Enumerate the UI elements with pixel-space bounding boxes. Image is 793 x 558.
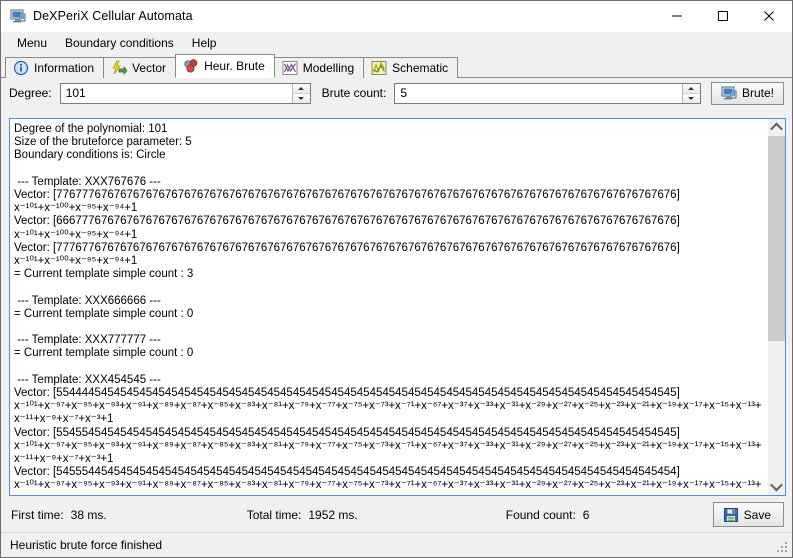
output-line: = Current template simple count : 0	[14, 347, 194, 360]
polynomial-line: x⁻¹¹+x⁻⁹+x⁻⁷+x⁻³+1	[14, 453, 114, 466]
status-text: Heuristic brute force finished	[10, 538, 163, 552]
tab-schematic[interactable]: Schematic	[363, 57, 459, 78]
scrollbar-track[interactable]	[768, 136, 785, 478]
monitor-icon	[721, 85, 737, 101]
menu-item-boundary-conditions[interactable]: Boundary conditions	[57, 34, 182, 52]
application-window: DeXPeriX Cellular Automata Menu Boundary…	[0, 0, 793, 558]
output-line: Degree of the polynomial: 101	[14, 123, 168, 135]
output-line: Vector: [7776776767676767676767676767676…	[14, 241, 680, 254]
window-title: DeXPeriX Cellular Automata	[33, 9, 193, 23]
brute-button[interactable]: Brute!	[710, 81, 784, 105]
tab-vector[interactable]: Vector	[103, 57, 177, 78]
maximize-button[interactable]	[700, 1, 746, 31]
brute-count-spin-buttons[interactable]	[681, 83, 700, 103]
resize-grip[interactable]	[777, 542, 789, 554]
found-count-value: 6	[582, 507, 590, 522]
monitor-icon	[10, 8, 26, 24]
brute-count-input[interactable]	[395, 83, 682, 103]
tab-label: Vector	[132, 61, 167, 75]
degree-label: Degree:	[9, 86, 52, 100]
output-line: Boundary conditions is: Circle	[14, 149, 166, 162]
brute-count-spin-down[interactable]	[682, 93, 700, 103]
scrollbar-thumb[interactable]	[768, 136, 785, 342]
statistics-footer: First time: 38 ms. Total time: 1952 ms. …	[1, 499, 792, 530]
chevron-down-icon	[770, 478, 783, 492]
total-time-stat: Total time: 1952 ms.	[247, 508, 358, 522]
output-line: Vector: [5544445454545454545454545454545…	[14, 387, 680, 400]
polynomial-line: x⁻¹⁰¹+x⁻⁹⁷+x⁻⁹⁵+x⁻⁹³+x⁻⁹¹+x⁻⁸⁹+x⁻⁸⁷+x⁻⁸⁵…	[14, 479, 762, 492]
output-line: Vector: [5545545454545454545454545454545…	[14, 426, 680, 439]
output-line: Vector: [5455544545454545454545454545454…	[14, 466, 680, 479]
save-button-label: Save	[743, 507, 771, 522]
output-line: Size of the bruteforce parameter: 5	[14, 136, 192, 149]
degree-spin-up[interactable]	[292, 83, 310, 94]
results-vertical-scrollbar[interactable]	[767, 119, 785, 495]
polynomial-line: x⁻¹⁰¹+x⁻¹⁰⁰+x⁻⁹⁵+x⁻⁹⁴+1	[14, 202, 138, 215]
floppy-disk-icon	[723, 507, 739, 523]
output-line: = Current template simple count : 0	[14, 307, 194, 320]
scroll-down-button[interactable]	[768, 478, 785, 495]
degree-spin-buttons[interactable]	[291, 83, 310, 103]
schematic-icon	[371, 60, 387, 76]
output-line: --- Template: XXX454545 ---	[14, 373, 161, 386]
tab-heur-brute[interactable]: Heur. Brute	[175, 54, 275, 78]
title-bar: DeXPeriX Cellular Automata	[1, 1, 792, 32]
lightning-arrow-icon	[111, 60, 128, 76]
scroll-up-button[interactable]	[768, 119, 785, 136]
polynomial-line: x⁻¹⁰¹+x⁻¹⁰⁰+x⁻⁹⁵+x⁻⁹⁴+1	[14, 255, 138, 268]
degree-stepper[interactable]	[59, 82, 311, 104]
degree-input[interactable]	[60, 83, 292, 103]
tab-label: Heur. Brute	[204, 59, 265, 73]
output-line: --- Template: XXX767676 ---	[14, 175, 161, 188]
window-controls	[654, 1, 792, 31]
close-button[interactable]	[746, 1, 792, 31]
save-button[interactable]: Save	[712, 502, 784, 527]
first-time-label: First time:	[11, 507, 64, 522]
first-time-stat: First time: 38 ms.	[11, 508, 107, 522]
chevron-up-icon	[770, 122, 783, 136]
results-output-text[interactable]: Degree of the polynomial: 101 Size of the…	[10, 119, 767, 495]
output-line: --- Template: XXX666666 ---	[14, 294, 161, 307]
menu-item-help[interactable]: Help	[184, 34, 225, 52]
tab-information[interactable]: Information	[5, 57, 105, 78]
first-time-value: 38 ms.	[70, 507, 107, 522]
chart-icon	[282, 60, 298, 76]
total-time-label: Total time:	[246, 507, 302, 522]
tab-label: Schematic	[392, 61, 449, 75]
info-icon	[13, 60, 29, 76]
found-count-label: Found count:	[505, 507, 576, 522]
polynomial-line: x⁻¹⁰¹+x⁻¹⁰⁰+x⁻⁹⁵+x⁻⁹⁴+1	[14, 228, 138, 241]
tab-strip: Information Vector Heur. Brute Modelling…	[1, 54, 792, 78]
output-line: --- Template: XXX777777 ---	[14, 334, 161, 347]
brute-count-stepper[interactable]	[394, 82, 701, 104]
found-count-stat: Found count: 6	[506, 508, 590, 522]
output-line: Vector: [6667776767676767676767676767676…	[14, 215, 680, 228]
output-line: Vector: [7767776767676767676767676767676…	[14, 189, 680, 202]
polynomial-line: x⁻¹⁰¹+x⁻⁹⁷+x⁻⁹⁵+x⁻⁹³+x⁻⁹¹+x⁻⁸⁹+x⁻⁸⁷+x⁻⁸⁵…	[14, 400, 762, 413]
brute-count-spin-up[interactable]	[682, 83, 700, 94]
blocks-icon	[183, 58, 199, 74]
tab-modelling[interactable]: Modelling	[273, 57, 365, 78]
tab-label: Modelling	[302, 61, 355, 75]
menu-bar: Menu Boundary conditions Help	[1, 32, 792, 54]
total-time-value: 1952 ms.	[308, 507, 358, 522]
parameters-toolbar: Degree: Brute count:	[1, 78, 792, 108]
polynomial-line: x⁻¹⁰¹+x⁻⁹⁷+x⁻⁹⁵+x⁻⁹³+x⁻⁹¹+x⁻⁸⁹+x⁻⁸⁷+x⁻⁸⁵…	[14, 439, 762, 452]
brute-count-label: Brute count:	[321, 86, 387, 100]
results-output-panel: Degree of the polynomial: 101 Size of the…	[9, 118, 786, 496]
polynomial-line: x⁻¹¹+x⁻⁹+x⁻⁷+x⁻³+1	[14, 413, 114, 426]
tab-label: Information	[34, 61, 95, 75]
menu-item-menu[interactable]: Menu	[9, 34, 55, 52]
brute-button-label: Brute!	[741, 86, 774, 100]
output-line: = Current template simple count : 3	[14, 268, 194, 281]
minimize-button[interactable]	[654, 1, 700, 31]
degree-spin-down[interactable]	[292, 93, 310, 103]
status-bar: Heuristic brute force finished	[1, 532, 792, 557]
